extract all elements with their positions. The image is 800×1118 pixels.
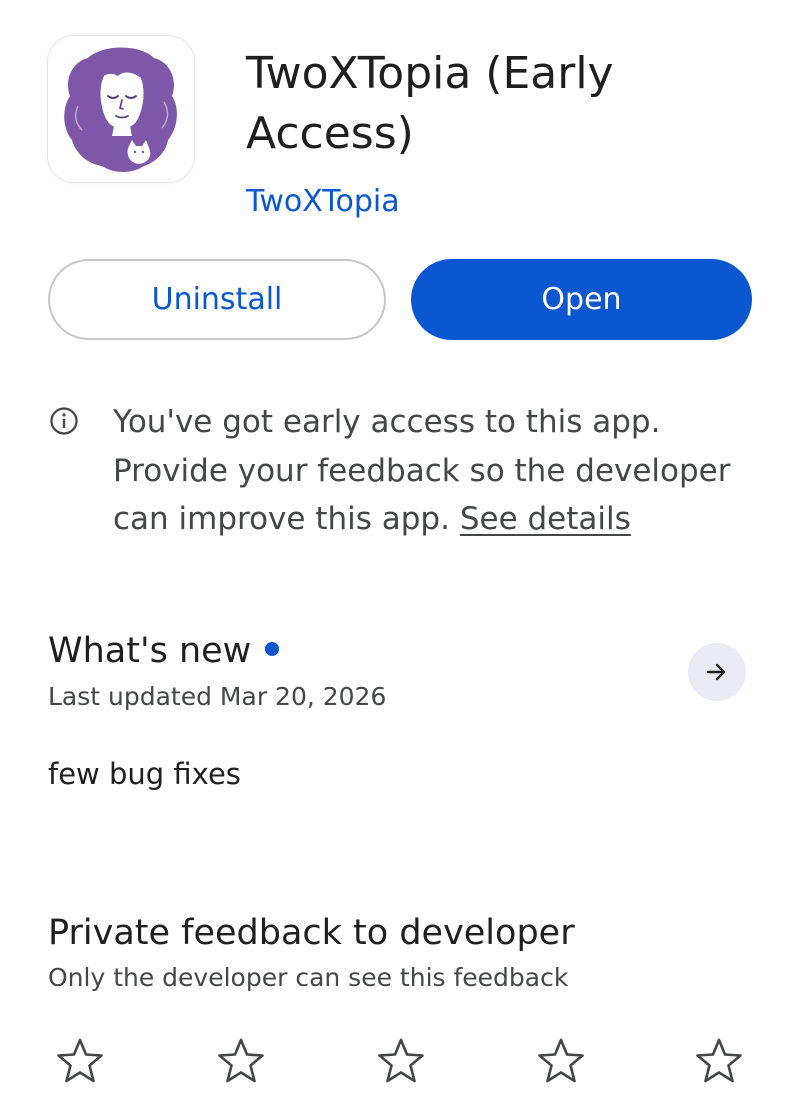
- star-rating-4[interactable]: [536, 1036, 586, 1086]
- star-outline-icon: [218, 1038, 264, 1083]
- early-access-message: You've got early access to this app. Pro…: [113, 404, 731, 537]
- early-access-notice: You've got early access to this app. Pro…: [113, 398, 753, 544]
- star-outline-icon: [696, 1038, 742, 1083]
- star-rating-1[interactable]: [55, 1036, 105, 1086]
- app-title: TwoXTopia (Early Access): [246, 48, 614, 159]
- info-icon: [49, 406, 79, 436]
- arrow-right-icon: [706, 663, 726, 681]
- developer-link[interactable]: TwoXTopia: [246, 182, 400, 222]
- feedback-subtitle: Only the developer can see this feedback: [48, 963, 569, 992]
- star-outline-icon: [57, 1038, 103, 1083]
- app-icon-art: [48, 36, 194, 182]
- open-button[interactable]: Open: [411, 259, 752, 340]
- whats-new-arrow-button[interactable]: [688, 643, 746, 701]
- star-outline-icon: [378, 1038, 424, 1083]
- star-outline-icon: [538, 1038, 584, 1083]
- see-details-link[interactable]: See details: [460, 501, 631, 537]
- star-rating-3[interactable]: [376, 1036, 426, 1086]
- star-rating-2[interactable]: [216, 1036, 266, 1086]
- app-icon: [48, 36, 194, 182]
- new-indicator-dot: [265, 642, 280, 656]
- uninstall-button[interactable]: Uninstall: [48, 259, 386, 340]
- star-rating-5[interactable]: [694, 1036, 744, 1086]
- last-updated-text: Last updated Mar 20, 2026: [48, 682, 387, 711]
- release-notes: few bug fixes: [48, 757, 241, 791]
- feedback-heading: Private feedback to developer: [48, 913, 575, 953]
- whats-new-heading: What's new: [48, 628, 280, 674]
- whats-new-title: What's new: [48, 631, 252, 671]
